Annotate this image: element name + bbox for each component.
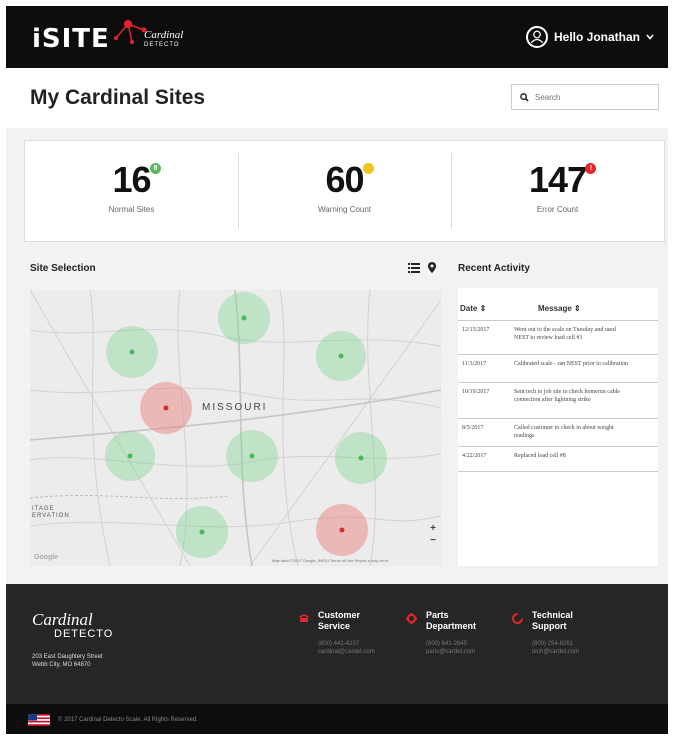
recent-activity-title: Recent Activity — [458, 263, 530, 274]
google-logo: Google — [34, 554, 59, 561]
footer-col-contact: (800) 441-4237 cardinal@cardet.com — [318, 641, 375, 655]
footer-col-contact: (800) 254-8261 tech@cardet.com — [532, 641, 580, 655]
user-menu[interactable]: Hello Jonathan — [525, 26, 654, 48]
chevron-down-icon — [646, 34, 654, 40]
map-label-side: ITAGE ERVATION — [32, 506, 70, 519]
stat-warning-count[interactable]: 60 Warning Count — [238, 141, 451, 241]
search-icon — [520, 92, 529, 102]
top-navbar: iSITE Cardinal DETECTO Hello Jonathan — [6, 6, 668, 68]
stat-label: Normal Sites — [108, 205, 155, 214]
stat-label: Warning Count — [317, 205, 372, 214]
page-title: My Cardinal Sites — [30, 86, 206, 109]
user-greeting: Hello Jonathan — [553, 30, 640, 44]
search-box[interactable] — [511, 84, 659, 110]
row-message: Replaced load cell #8 — [514, 453, 566, 459]
view-toggle — [408, 262, 436, 273]
user-avatar-icon — [525, 26, 548, 48]
status-badge-error: ! — [585, 163, 597, 174]
status-badge-ok: 8 — [149, 163, 161, 174]
recent-activity-table: Date ⇕ Message ⇕ 12/15/2017 Went out to … — [458, 288, 658, 566]
brand-sub: DETECTO — [144, 42, 180, 48]
table-row[interactable]: 4/22/2017 Replaced load cell #8 — [458, 446, 658, 472]
stats-panel: 16 8 Normal Sites 60 Warning Count 147 !… — [24, 140, 665, 242]
stat-normal-sites[interactable]: 16 8 Normal Sites — [25, 141, 238, 241]
footer-col-title: Technical Support — [532, 610, 573, 631]
site-selection-title: Site Selection — [30, 263, 96, 274]
footer-col-title: Customer Service — [318, 610, 361, 631]
zoom-out-button[interactable]: − — [430, 536, 436, 546]
bottom-bar: © 2017 Cardinal Detecto Scale. All Right… — [6, 704, 668, 734]
lifebuoy-icon — [512, 613, 523, 624]
zoom-in-button[interactable]: + — [430, 524, 436, 534]
status-badge-warning — [362, 163, 374, 174]
row-date: 4/22/2017 — [462, 453, 487, 459]
cardinal-brand-mark: Cardinal DETECTO — [144, 30, 183, 50]
table-row[interactable]: 11/3/2017 Calibrated scale - ran NEST pr… — [458, 354, 658, 382]
stat-value: 147 ! — [529, 159, 597, 201]
app-frame: iSITE Cardinal DETECTO Hello Jonathan My… — [6, 6, 668, 734]
footer-brand-name: Cardinal — [32, 610, 93, 629]
row-message: Calibrated scale - ran NEST prior to cal… — [514, 361, 629, 367]
column-header-date[interactable]: Date ⇕ — [460, 304, 486, 313]
search-input[interactable] — [535, 92, 645, 102]
map-label-state: MISSOURI — [202, 402, 268, 413]
row-date: 10/19/2017 — [462, 389, 490, 395]
phone-icon — [299, 614, 309, 622]
row-message: Called customer to check in about weight… — [514, 425, 614, 439]
column-header-message[interactable]: Message ⇕ — [538, 304, 581, 313]
footer-col-title: Parts Department — [426, 610, 477, 631]
stat-error-count[interactable]: 147 ! Error Count — [451, 141, 664, 241]
footer-col-contact: (800) 641-2645 parts@cardet.com — [426, 641, 476, 655]
stat-value: 60 — [325, 159, 374, 201]
table-row[interactable]: 10/19/2017 Sent tech to job site to chec… — [458, 382, 658, 418]
site-map[interactable]: MISSOURI ITAGE ERVATION + − Google Map da… — [30, 290, 441, 566]
map-roads-layer — [30, 290, 441, 566]
stat-label: Error Count — [536, 205, 579, 214]
row-message: Sent tech to job site to check homerun c… — [514, 389, 620, 403]
row-date: 12/15/2017 — [462, 327, 490, 333]
list-view-icon[interactable] — [408, 262, 420, 273]
row-message: Went out to the scale on Tuesday and use… — [514, 327, 616, 341]
table-header: Date ⇕ Message ⇕ — [458, 298, 658, 320]
site-footer: Cardinal DETECTO 203 East Daughtery Stre… — [6, 584, 668, 704]
page-title-bar: My Cardinal Sites — [6, 68, 668, 128]
footer-brand-sub: DETECTO — [54, 628, 114, 640]
row-date: 11/3/2017 — [462, 361, 487, 367]
us-flag-icon — [28, 714, 50, 726]
row-date: 8/5/2017 — [462, 425, 484, 431]
isite-logo[interactable]: iSITE Cardinal DETECTO — [32, 20, 202, 56]
gear-icon — [406, 613, 417, 624]
map-attribution[interactable]: Map data ©2017 Google, INEGI Terms of Us… — [272, 558, 388, 563]
stat-value: 16 8 — [112, 159, 161, 201]
isite-logo-text: iSITE — [32, 24, 110, 54]
copyright-text: © 2017 Cardinal Detecto Scale. All Right… — [58, 717, 198, 723]
zoom-control: + − — [426, 524, 440, 546]
table-row[interactable]: 12/15/2017 Went out to the scale on Tues… — [458, 320, 658, 354]
footer-address: 203 East Daughtery Street Webb City, MO … — [32, 654, 103, 668]
table-row[interactable]: 8/5/2017 Called customer to check in abo… — [458, 418, 658, 446]
footer-cardinal-logo[interactable]: Cardinal DETECTO — [32, 610, 114, 640]
map-pin-icon[interactable] — [428, 262, 436, 273]
